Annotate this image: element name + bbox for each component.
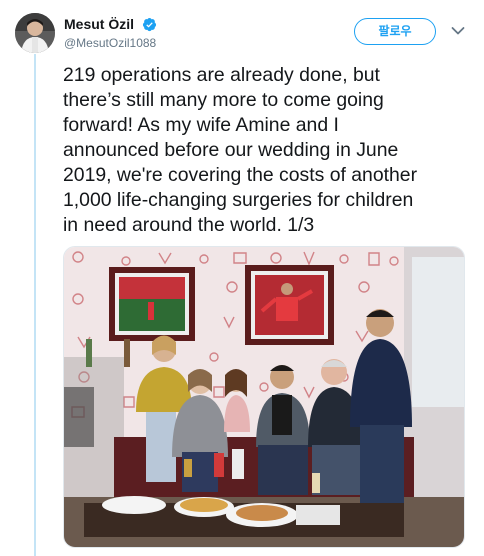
author-handle[interactable]: @MesutOzil1088 (64, 34, 157, 52)
follow-button[interactable]: 팔로우 (354, 18, 436, 45)
tweet-author[interactable]: Mesut Özil @MesutOzil1088 (64, 15, 157, 52)
tweet-photo[interactable] (63, 246, 465, 548)
tweet-text: 219 operations are already done, but the… (63, 64, 418, 236)
avatar-image (15, 13, 55, 53)
author-display-name[interactable]: Mesut Özil (64, 16, 134, 32)
chevron-down-icon[interactable] (451, 26, 465, 36)
thread-connector-line (34, 54, 36, 556)
profile-avatar[interactable] (15, 13, 55, 53)
photo-image (64, 247, 464, 547)
verified-badge-icon (143, 17, 157, 32)
